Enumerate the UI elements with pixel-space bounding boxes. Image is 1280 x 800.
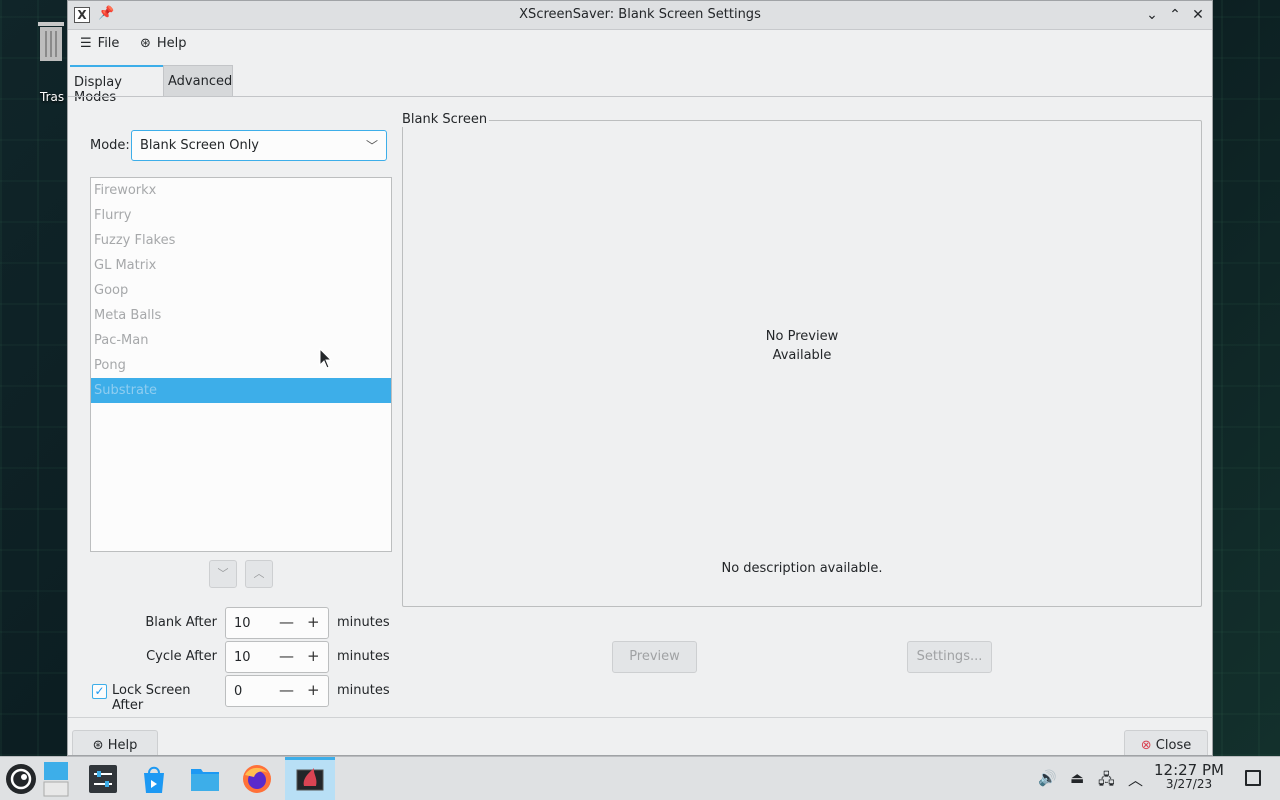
clock[interactable]: 12:27 PM 3/27/23 [1148,761,1230,791]
list-item[interactable]: Flurry [91,203,391,228]
cycle-after-spinbox[interactable]: 10 — + [225,641,329,673]
minus-icon[interactable]: — [279,681,294,699]
blank-after-unit: minutes [337,615,390,630]
show-desktop-icon[interactable] [1245,770,1261,786]
close-icon[interactable]: ✕ [1188,5,1208,25]
opensuse-launcher-icon[interactable] [5,763,37,795]
list-item-selected[interactable]: Substrate [91,378,391,403]
chevron-down-icon: ﹀ [365,139,378,153]
menu-bar: ☰ File ⊛ Help [68,30,1212,60]
lock-screen-label: Lock Screen After [112,683,191,713]
lock-after-spinbox[interactable]: 0 — + [225,675,329,707]
mode-select[interactable]: Blank Screen Only ﹀ [131,130,387,161]
clock-date: 3/27/23 [1165,777,1213,791]
active-task-xscreensaver[interactable] [285,757,335,800]
tab-advanced[interactable]: Advanced [163,65,233,97]
minus-icon[interactable]: — [279,647,294,665]
file-manager-icon[interactable] [189,763,221,795]
chevron-up-icon: ︿ [253,567,265,580]
trash-icon [38,22,64,61]
network-icon[interactable]: 🖧 [1098,769,1115,794]
help-lifebuoy-icon: ⊛ [140,36,151,51]
plus-icon[interactable]: + [307,647,320,665]
menu-file[interactable]: ☰ File [80,36,119,51]
firefox-icon[interactable] [241,763,273,795]
xscreensaver-task-icon [296,768,324,791]
trash-desktop-item[interactable]: Tras [30,14,70,104]
usb-device-icon[interactable]: ⏏ [1070,769,1084,787]
maximize-icon[interactable]: ⌃ [1165,5,1185,25]
list-item[interactable]: Pac-Man [91,328,391,353]
chevron-up-icon[interactable]: ︿ [1128,769,1143,790]
close-button[interactable]: ⊗ Close [1124,730,1208,755]
cycle-after-unit: minutes [337,649,390,664]
menu-help[interactable]: ⊛ Help [140,36,187,51]
lock-after-unit: minutes [337,683,390,698]
preview-group-title: Blank Screen [402,112,490,127]
help-button[interactable]: ⊛ Help [72,730,158,755]
settings-window: X 📌 XScreenSaver: Blank Screen Settings … [67,0,1213,756]
blank-after-spinbox[interactable]: 10 — + [225,607,329,639]
lock-after-value: 0 [234,684,243,699]
plus-icon[interactable]: + [307,613,320,631]
footer-divider [68,717,1212,718]
no-description-message: No description available. [721,561,883,576]
trash-label: Tras [40,90,65,104]
menu-lines-icon: ☰ [80,36,92,51]
move-down-button[interactable]: ﹀ [209,560,237,588]
discover-store-icon[interactable] [138,763,170,795]
system-settings-icon[interactable] [87,763,119,795]
settings-button[interactable]: Settings... [907,641,992,673]
list-item[interactable]: Fuzzy Flakes [91,228,391,253]
help-lifebuoy-icon: ⊛ [92,738,108,753]
list-item[interactable]: Fireworkx [91,178,391,203]
mouse-cursor-icon [319,348,332,369]
close-circle-icon: ⊗ [1140,738,1156,753]
cycle-after-label: Cycle After [146,649,217,664]
tab-display-modes[interactable]: Display Modes [70,65,163,105]
screensaver-list[interactable]: Fireworkx Flurry Fuzzy Flakes GL Matrix … [90,177,392,552]
tab-divider [68,96,1212,97]
mode-label: Mode: [90,138,130,153]
tab-bar: Display Modes Advanced [68,63,1212,105]
lock-screen-checkbox[interactable]: ✓ [92,684,107,699]
volume-icon[interactable]: 🔊 [1038,769,1057,787]
list-item[interactable]: GL Matrix [91,253,391,278]
preview-group: No Preview Available No description avai… [402,120,1202,607]
list-item[interactable]: Meta Balls [91,303,391,328]
chevron-down-icon[interactable]: ⌄ [1142,5,1162,25]
taskbar: 🔊 ⏏ 🖧 ︿ 12:27 PM 3/27/23 [0,756,1280,800]
chevron-down-icon: ﹀ [217,567,229,580]
list-item[interactable]: Pong [91,353,391,378]
no-preview-message: No Preview Available [765,329,839,363]
desktop-peek-icon[interactable] [42,760,72,798]
move-up-button[interactable]: ︿ [245,560,273,588]
plus-icon[interactable]: + [307,681,320,699]
mode-value: Blank Screen Only [140,138,259,153]
title-bar[interactable]: X 📌 XScreenSaver: Blank Screen Settings … [68,1,1212,30]
preview-button[interactable]: Preview [612,641,697,673]
cycle-after-value: 10 [234,650,251,665]
minus-icon[interactable]: — [279,613,294,631]
blank-after-value: 10 [234,616,251,631]
window-title: XScreenSaver: Blank Screen Settings [519,7,761,22]
list-item[interactable]: Goop [91,278,391,303]
blank-after-label: Blank After [145,615,217,630]
